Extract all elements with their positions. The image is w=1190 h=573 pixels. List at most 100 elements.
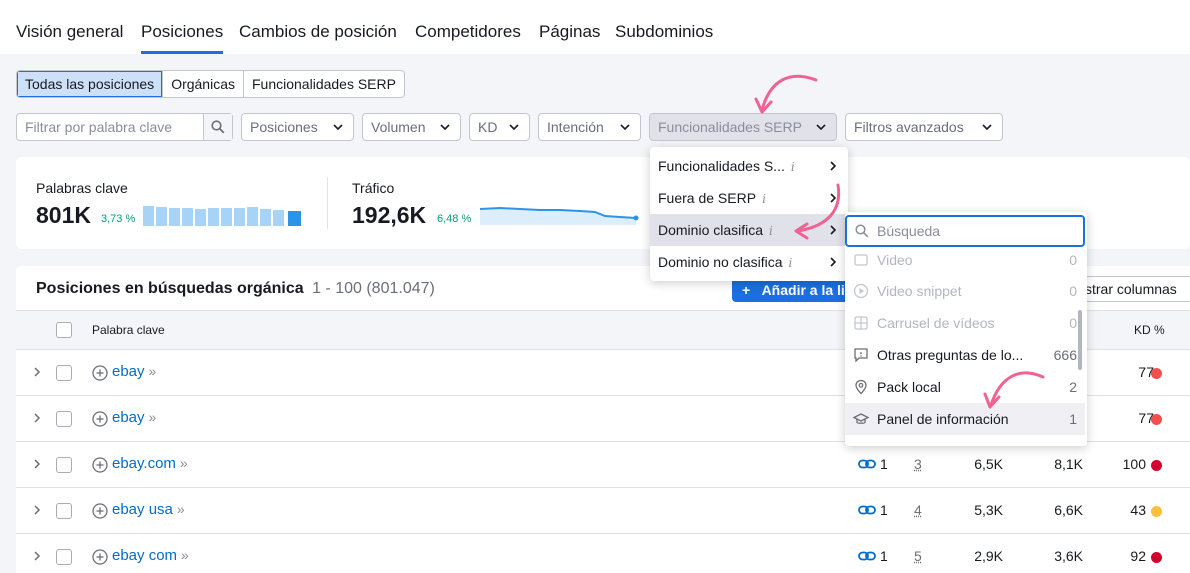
- row-checkbox[interactable]: [56, 503, 72, 519]
- add-keyword-icon[interactable]: [92, 457, 108, 473]
- search-icon: [855, 224, 869, 238]
- tab-paginas[interactable]: Páginas: [539, 22, 600, 42]
- add-keyword-icon[interactable]: [92, 549, 108, 565]
- info-icon[interactable]: i: [762, 192, 766, 206]
- positions-dropdown-label: Posiciones: [250, 119, 318, 135]
- submenu-item-count: 0: [1069, 315, 1077, 331]
- row-checkbox[interactable]: [56, 549, 72, 565]
- question-bubble-icon: [854, 348, 868, 363]
- header-kd[interactable]: KD %: [1134, 323, 1165, 337]
- keyword-link[interactable]: ebay»: [112, 363, 156, 380]
- position-value[interactable]: 5: [914, 548, 922, 564]
- map-pin-icon: [855, 379, 867, 395]
- submenu-item-count: 2: [1069, 379, 1077, 395]
- kd-indicator: [1151, 460, 1162, 471]
- volume-value: 2,9K: [974, 548, 1003, 564]
- keyword-filter-input[interactable]: [17, 114, 203, 140]
- link-icon: [858, 505, 876, 515]
- submenu-item-people-also-ask[interactable]: Otras preguntas de lo... 666: [845, 339, 1085, 371]
- chevron-right-icon[interactable]: [32, 502, 42, 518]
- keywords-value: 801K: [36, 202, 91, 228]
- header-keyword[interactable]: Palabra clave: [92, 323, 165, 337]
- add-keyword-icon[interactable]: [92, 365, 108, 381]
- tab-competidores[interactable]: Competidores: [415, 22, 521, 42]
- submenu-item-label: Video: [877, 252, 913, 268]
- advanced-filters-dropdown[interactable]: Filtros avanzados: [845, 113, 1003, 141]
- keyword-text: ebay: [112, 363, 145, 380]
- info-icon[interactable]: i: [789, 256, 793, 270]
- annotation-arrow-serp: [760, 74, 818, 112]
- chevron-right-icon[interactable]: [32, 410, 42, 426]
- chevron-right-icon[interactable]: [32, 548, 42, 564]
- add-keyword-icon[interactable]: [92, 503, 108, 519]
- tab-cambios-de-posicion[interactable]: Cambios de posición: [239, 22, 397, 42]
- keyword-details-icon[interactable]: »: [181, 547, 189, 563]
- select-all-checkbox[interactable]: [56, 322, 72, 338]
- volume-value: 6,5K: [974, 456, 1003, 472]
- chevron-right-icon: [830, 257, 837, 267]
- chevron-down-icon: [816, 124, 826, 131]
- intent-dropdown[interactable]: Intención: [538, 113, 641, 141]
- positions-dropdown[interactable]: Posiciones: [241, 113, 354, 141]
- kd-indicator: [1151, 506, 1162, 517]
- keyword-link[interactable]: ebay com»: [112, 547, 189, 564]
- add-keyword-icon[interactable]: [92, 411, 108, 427]
- menu-item-domain-ranks[interactable]: Dominio clasifica i: [650, 214, 848, 246]
- tab-subdominios[interactable]: Subdominios: [615, 22, 713, 42]
- link-icon: [858, 551, 876, 561]
- keyword-link[interactable]: ebay usa»: [112, 501, 185, 518]
- row-checkbox[interactable]: [56, 457, 72, 473]
- keyword-details-icon[interactable]: »: [180, 455, 188, 471]
- serp-features-dropdown[interactable]: Funcionalidades SERP: [649, 113, 837, 141]
- add-to-list-label: Añadir a la li: [761, 282, 845, 298]
- info-icon[interactable]: i: [769, 224, 773, 238]
- kd-value: 100: [1122, 456, 1146, 472]
- submenu-item-knowledge-panel[interactable]: Panel de información 1: [845, 403, 1085, 435]
- kd-value: 77: [1138, 410, 1154, 426]
- row-checkbox[interactable]: [56, 365, 72, 381]
- position-value[interactable]: 3: [914, 456, 922, 472]
- metric-value: 8,1K: [1054, 456, 1083, 472]
- row-checkbox[interactable]: [56, 411, 72, 427]
- tab-posiciones[interactable]: Posiciones: [141, 22, 224, 54]
- chevron-down-icon: [620, 124, 630, 131]
- chevron-right-icon[interactable]: [32, 364, 42, 380]
- kd-dropdown[interactable]: KD: [469, 113, 530, 141]
- keyword-details-icon[interactable]: »: [149, 363, 157, 379]
- tab-vision-general[interactable]: Visión general: [16, 22, 123, 42]
- segment-todas[interactable]: Todas las posiciones: [17, 71, 164, 97]
- keyword-text: ebay.com: [112, 455, 176, 472]
- position-value[interactable]: 4: [914, 502, 922, 518]
- metric-value: 3,6K: [1054, 548, 1083, 564]
- segment-organicas[interactable]: Orgánicas: [163, 71, 244, 97]
- submenu-scrollbar[interactable]: [1078, 310, 1082, 370]
- keyword-filter-search-button[interactable]: [203, 114, 232, 140]
- info-icon[interactable]: i: [791, 160, 795, 174]
- menu-item-label: Dominio no clasifica: [658, 254, 783, 270]
- volume-dropdown[interactable]: Volumen: [362, 113, 461, 141]
- keywords-label: Palabras clave: [36, 180, 128, 196]
- segment-serp[interactable]: Funcionalidades SERP: [244, 71, 404, 97]
- serp-features-menu: Funcionalidades S... i Fuera de SERP i Dom…: [650, 147, 848, 281]
- kd-value: 43: [1130, 502, 1146, 518]
- menu-item-domain-not-ranks[interactable]: Dominio no clasifica i: [650, 246, 848, 278]
- submenu-item-local-pack[interactable]: Pack local 2: [845, 371, 1085, 403]
- menu-item-serp-features[interactable]: Funcionalidades S... i: [650, 150, 848, 182]
- keyword-link[interactable]: ebay»: [112, 409, 156, 426]
- chevron-right-icon: [830, 161, 837, 171]
- menu-item-outside-serp[interactable]: Fuera de SERP i: [650, 182, 848, 214]
- link-count: 1: [880, 502, 888, 518]
- manage-columns-button[interactable]: strar columnas: [1076, 276, 1190, 302]
- traffic-trend-line: [480, 206, 639, 225]
- table-row: ebay usa» 1 4 5,3K 6,6K 43: [16, 488, 1190, 534]
- submenu-search-input[interactable]: [877, 217, 1077, 245]
- chevron-right-icon[interactable]: [32, 456, 42, 472]
- link-icon: [858, 459, 876, 469]
- kd-dropdown-label: KD: [478, 119, 498, 135]
- keywords-trend-bars: [143, 206, 301, 226]
- keyword-details-icon[interactable]: »: [149, 409, 157, 425]
- keyword-details-icon[interactable]: »: [177, 501, 185, 517]
- submenu-item-label: Carrusel de vídeos: [877, 315, 995, 331]
- submenu-item-video: Video 0: [845, 244, 1085, 276]
- keyword-link[interactable]: ebay.com»: [112, 455, 188, 472]
